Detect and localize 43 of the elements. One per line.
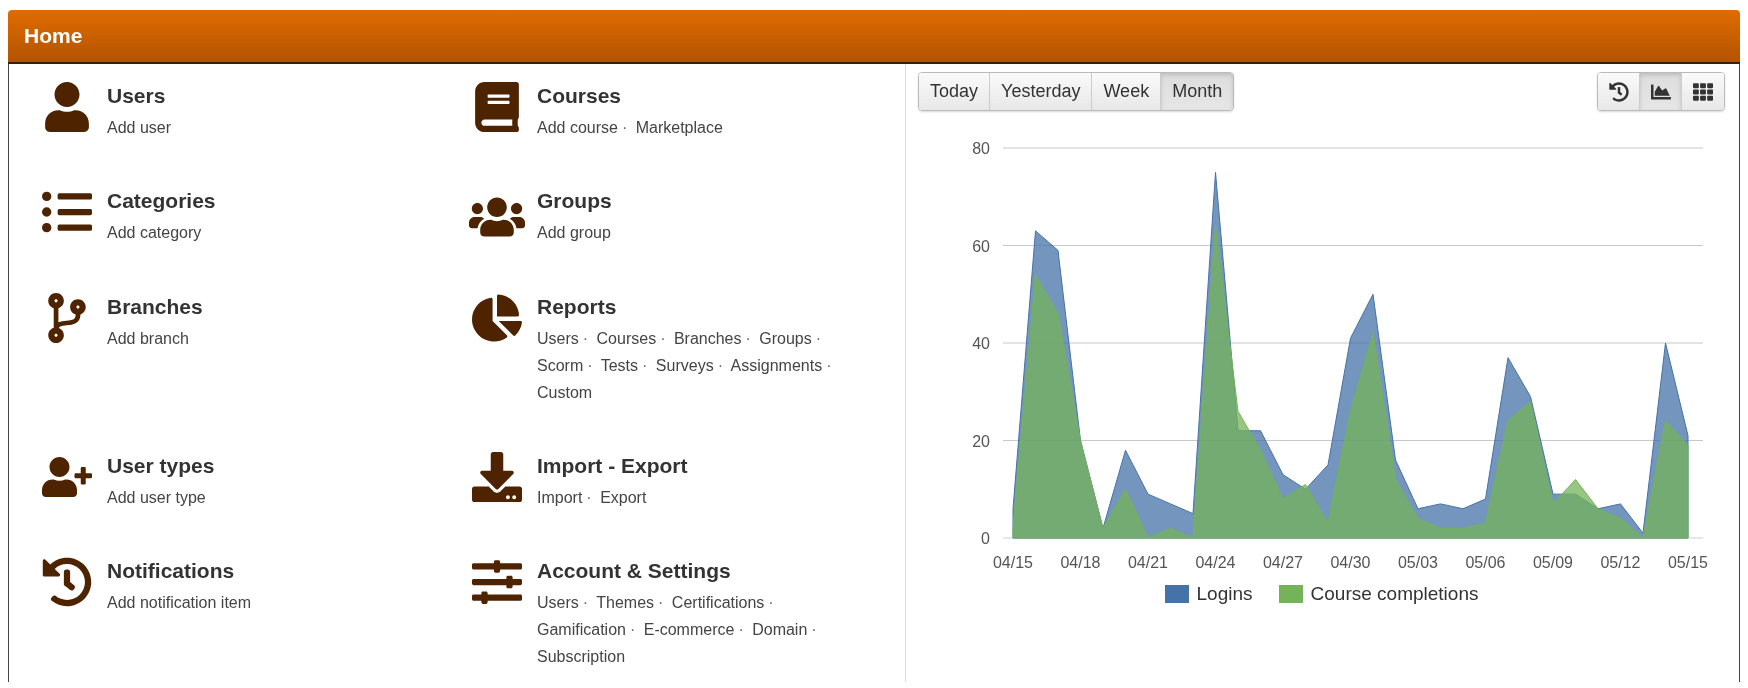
section-title: Account & Settings	[537, 559, 732, 583]
separator-dot: ·	[815, 330, 822, 347]
x-tick-label: 04/27	[1263, 554, 1303, 571]
section-title: Reports	[537, 295, 618, 319]
y-tick-label: 80	[972, 140, 990, 157]
separator-dot: ·	[826, 357, 832, 374]
section-title: Courses	[537, 84, 623, 108]
separator-dot: ·	[582, 330, 589, 347]
section-title: Branches	[107, 295, 203, 319]
page-title: Home	[24, 24, 83, 48]
x-tick-label: 05/06	[1465, 554, 1506, 571]
x-tick-label: 04/30	[1330, 554, 1371, 571]
x-tick-label: 05/03	[1398, 554, 1438, 571]
separator-dot: ·	[811, 621, 817, 638]
y-tick-label: 0	[981, 530, 990, 547]
separator-dot: ·	[629, 621, 636, 638]
section-title: Categories	[107, 189, 216, 213]
separator-dot: ·	[587, 357, 593, 374]
separator-dot: ·	[745, 330, 751, 347]
separator-dot: ·	[582, 594, 589, 611]
separator-dot: ·	[768, 594, 774, 611]
separator-dot: ·	[586, 489, 592, 506]
x-tick-label: 04/21	[1128, 554, 1168, 571]
section-title: Import - Export	[537, 454, 688, 478]
separator-dot: ·	[642, 357, 648, 374]
x-tick-label: 04/18	[1060, 554, 1101, 571]
x-tick-label: 05/12	[1600, 554, 1641, 571]
section-title: User types	[107, 454, 215, 478]
section-title: Groups	[537, 189, 612, 213]
x-tick-label: 05/15	[1668, 554, 1708, 571]
separator-dot: ·	[660, 330, 666, 347]
section-title: Notifications	[107, 559, 236, 583]
x-tick-label: 04/24	[1195, 554, 1236, 571]
separator-dot: ·	[717, 357, 723, 374]
separator-dot: ·	[738, 621, 744, 638]
y-tick-label: 20	[972, 432, 990, 450]
separator-dot: ·	[658, 594, 664, 611]
x-tick-label: 05/09	[1533, 554, 1573, 571]
section-title: Users	[107, 84, 167, 108]
separator-dot: ·	[621, 119, 628, 136]
y-tick-label: 60	[972, 237, 990, 255]
x-tick-label: 04/15	[993, 554, 1033, 571]
y-tick-label: 40	[972, 335, 990, 352]
